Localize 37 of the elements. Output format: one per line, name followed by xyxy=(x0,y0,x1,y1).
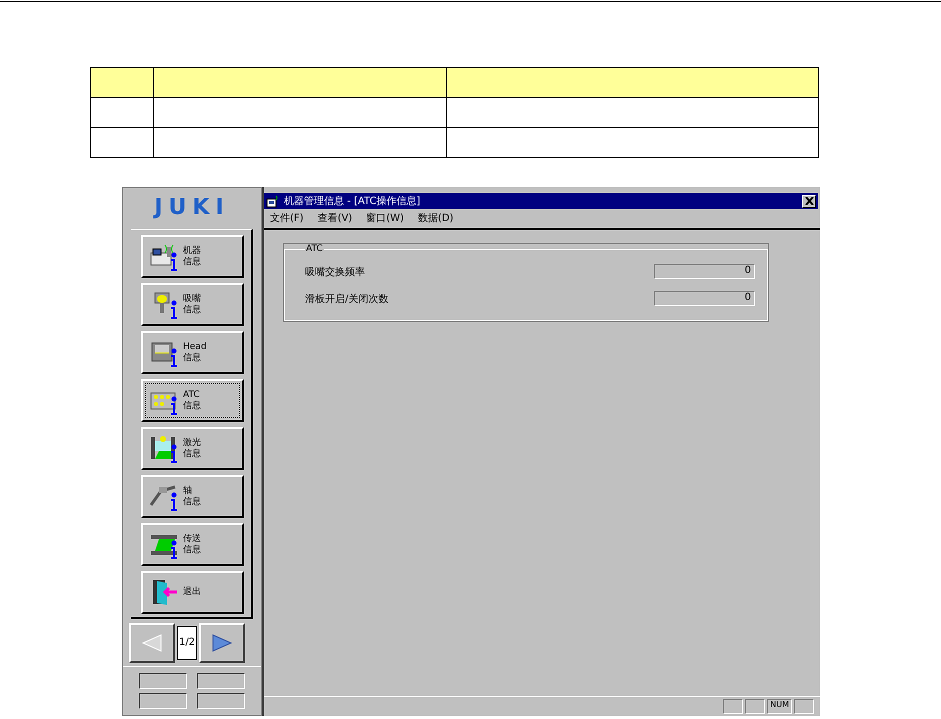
status-pane xyxy=(745,699,766,714)
menu-item[interactable]: 查看(V) xyxy=(318,211,352,226)
status-pane xyxy=(723,699,744,714)
field-label: 滑板开启/关闭次数 xyxy=(305,292,388,306)
previous-button[interactable] xyxy=(129,622,175,663)
scanner-icon xyxy=(149,433,179,464)
menu-item[interactable]: 数据(D) xyxy=(418,211,454,226)
sidebar-button[interactable]: 轴 信息 xyxy=(141,475,244,518)
sidebar-button[interactable]: 吸嘴 信息 xyxy=(141,283,244,326)
computer-icon xyxy=(266,194,280,208)
status-indicator: NUM xyxy=(767,699,792,714)
sidebar-button[interactable]: 退出 xyxy=(141,571,244,614)
readonly-field: 0 xyxy=(654,291,755,306)
sidebar-button[interactable]: 传送 信息 xyxy=(141,523,244,566)
window-title: 机器管理信息 - [ATC操作信息] xyxy=(284,194,422,208)
sidebar-button[interactable]: 机器 信息 xyxy=(141,235,244,278)
close-icon xyxy=(804,197,814,205)
empty-slot xyxy=(197,693,245,709)
page-indicator: 1/2 xyxy=(177,626,197,660)
table-cell xyxy=(90,128,154,158)
sidebar-button[interactable]: 激光 信息 xyxy=(141,427,244,470)
table-cell xyxy=(90,98,154,128)
menu-item[interactable]: 文件(F) xyxy=(270,211,304,226)
logo: JUKI xyxy=(154,196,230,220)
menu-item[interactable]: 窗口(W) xyxy=(366,211,404,226)
table-cell xyxy=(90,68,154,98)
field-label: 吸嘴交换频率 xyxy=(305,266,365,278)
readonly-field: 0 xyxy=(654,264,755,279)
group-title: ATC xyxy=(305,244,324,254)
empty-slot xyxy=(139,673,187,689)
close-button[interactable] xyxy=(802,194,816,208)
sidebar-button[interactable]: ATC 信息 xyxy=(141,379,244,422)
empty-slot xyxy=(197,673,245,689)
sidebar-button[interactable]: Head 信息 xyxy=(141,331,244,374)
empty-slot xyxy=(139,693,187,709)
next-button[interactable] xyxy=(199,622,245,663)
status-pane xyxy=(794,699,814,714)
